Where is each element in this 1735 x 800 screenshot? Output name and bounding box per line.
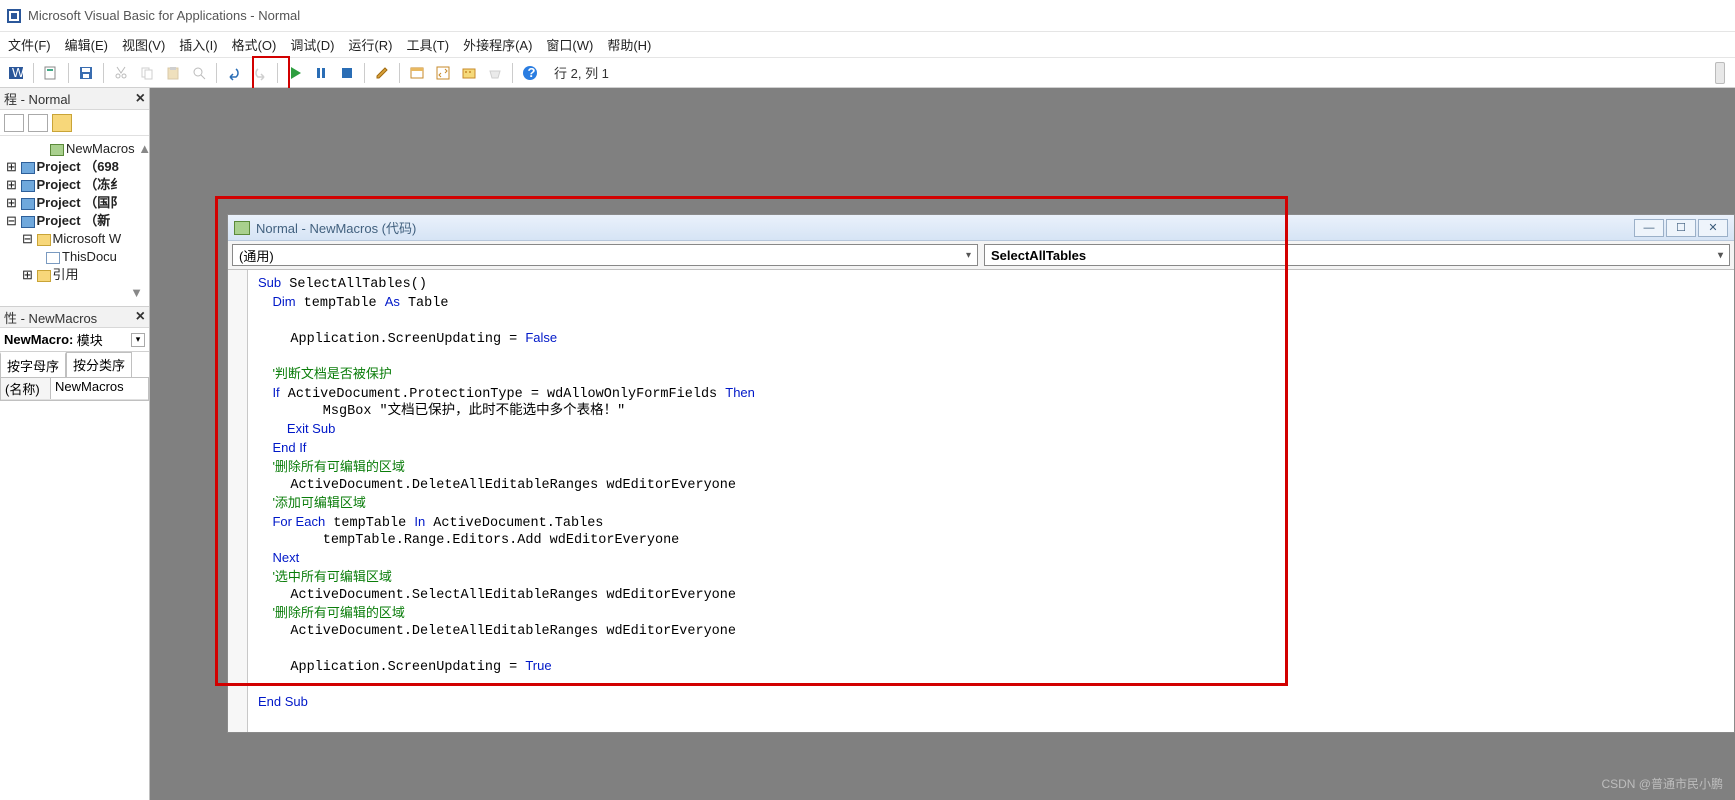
menu-bar: 文件(F) 编辑(E) 视图(V) 插入(I) 格式(O) 调试(D) 运行(R… [0,32,1735,58]
module-icon [234,221,250,235]
project-icon [21,216,35,228]
run-icon[interactable] [283,61,307,85]
properties-icon[interactable] [431,61,455,85]
menu-debug[interactable]: 调试(D) [290,35,334,54]
tab-categorized[interactable]: 按分类序 [66,352,132,377]
svg-text:?: ? [528,65,536,80]
insert-module-icon[interactable] [39,61,63,85]
menu-insert[interactable]: 插入(I) [179,35,217,54]
vba-app-icon [6,8,22,24]
left-sidebar: 程 - Normal × NewMacros ▲ ⊞ Project （698 … [0,88,150,800]
menu-view[interactable]: 视图(V) [122,35,165,54]
properties-panel-header: 性 - NewMacros × [0,306,149,328]
project-panel-tools [0,110,149,136]
folder-icon [37,234,51,246]
chevron-down-icon: ▾ [1718,250,1723,261]
save-icon[interactable] [74,61,98,85]
menu-edit[interactable]: 编辑(E) [65,35,108,54]
chevron-down-icon: ▾ [966,250,971,261]
separator [364,63,365,83]
watermark: CSDN @普通市民小鹏 [1601,775,1723,792]
separator [68,63,69,83]
reset-icon[interactable] [335,61,359,85]
app-title: Microsoft Visual Basic for Applications … [28,8,300,23]
properties-grid[interactable]: (名称) NewMacros [0,377,149,401]
toolbar: W ? 行 2, 列 1 [0,58,1735,88]
code-window-titlebar[interactable]: Normal - NewMacros (代码) — ☐ ✕ [228,215,1734,241]
properties-panel-title: 性 - NewMacros [4,308,97,327]
object-combo[interactable]: (通用)▾ [232,244,978,266]
separator [216,63,217,83]
redo-icon[interactable] [248,61,272,85]
tab-alphabetic[interactable]: 按字母序 [0,352,66,377]
separator [277,63,278,83]
menu-help[interactable]: 帮助(H) [607,35,651,54]
code-area: Sub SelectAllTables() Dim tempTable As T… [228,270,1734,732]
maximize-icon[interactable]: ☐ [1666,219,1696,237]
folder-icon [37,270,51,282]
undo-icon[interactable] [222,61,246,85]
menu-tools[interactable]: 工具(T) [406,35,449,54]
prop-name-value[interactable]: NewMacros [51,378,128,399]
project-panel-title: 程 - Normal [4,89,70,108]
procedure-combo[interactable]: SelectAllTables▾ [984,244,1730,266]
project-panel-header: 程 - Normal × [0,88,149,110]
close-icon[interactable]: × [136,90,145,108]
separator [399,63,400,83]
properties-tabs: 按字母序 按分类序 [0,352,149,377]
object-browser-icon[interactable] [457,61,481,85]
paste-icon[interactable] [161,61,185,85]
menu-window[interactable]: 窗口(W) [546,35,593,54]
help-icon[interactable]: ? [518,61,542,85]
document-icon [46,252,60,264]
separator [103,63,104,83]
minimize-icon[interactable]: — [1634,219,1664,237]
svg-text:W: W [12,65,24,80]
separator [512,63,513,83]
design-mode-icon[interactable] [370,61,394,85]
project-icon [21,198,35,210]
folder-toggle-icon[interactable] [52,114,72,132]
cursor-position: 行 2, 列 1 [554,63,609,82]
copy-icon[interactable] [135,61,159,85]
module-icon [50,144,64,156]
project-explorer-icon[interactable] [405,61,429,85]
code-window: Normal - NewMacros (代码) — ☐ ✕ (通用)▾ Sele… [227,214,1735,733]
view-object-icon[interactable] [28,114,48,132]
word-icon[interactable]: W [4,61,28,85]
prop-name-key: (名称) [1,378,51,399]
view-code-icon[interactable] [4,114,24,132]
code-gutter [228,270,248,732]
menu-addins[interactable]: 外接程序(A) [463,35,532,54]
mdi-workspace: Normal - NewMacros (代码) — ☐ ✕ (通用)▾ Sele… [150,88,1735,800]
code-window-title: Normal - NewMacros (代码) [256,218,416,237]
project-icon [21,162,35,174]
title-bar: Microsoft Visual Basic for Applications … [0,0,1735,32]
code-editor[interactable]: Sub SelectAllTables() Dim tempTable As T… [248,270,1734,732]
toolbar-grip[interactable] [1715,62,1725,84]
menu-run[interactable]: 运行(R) [348,35,392,54]
properties-object-selector[interactable]: NewMacro: 模块 ▾ [0,328,149,352]
menu-file[interactable]: 文件(F) [8,35,51,54]
break-icon[interactable] [309,61,333,85]
menu-format[interactable]: 格式(O) [232,35,277,54]
close-icon[interactable]: × [136,308,145,326]
project-tree[interactable]: NewMacros ▲ ⊞ Project （698 ⊞ Project （冻纟… [0,136,149,306]
project-icon [21,180,35,192]
find-icon[interactable] [187,61,211,85]
separator [33,63,34,83]
close-icon[interactable]: ✕ [1698,219,1728,237]
dropdown-icon[interactable]: ▾ [131,333,145,347]
toolbox-icon[interactable] [483,61,507,85]
cut-icon[interactable] [109,61,133,85]
code-combo-row: (通用)▾ SelectAllTables▾ [228,241,1734,270]
